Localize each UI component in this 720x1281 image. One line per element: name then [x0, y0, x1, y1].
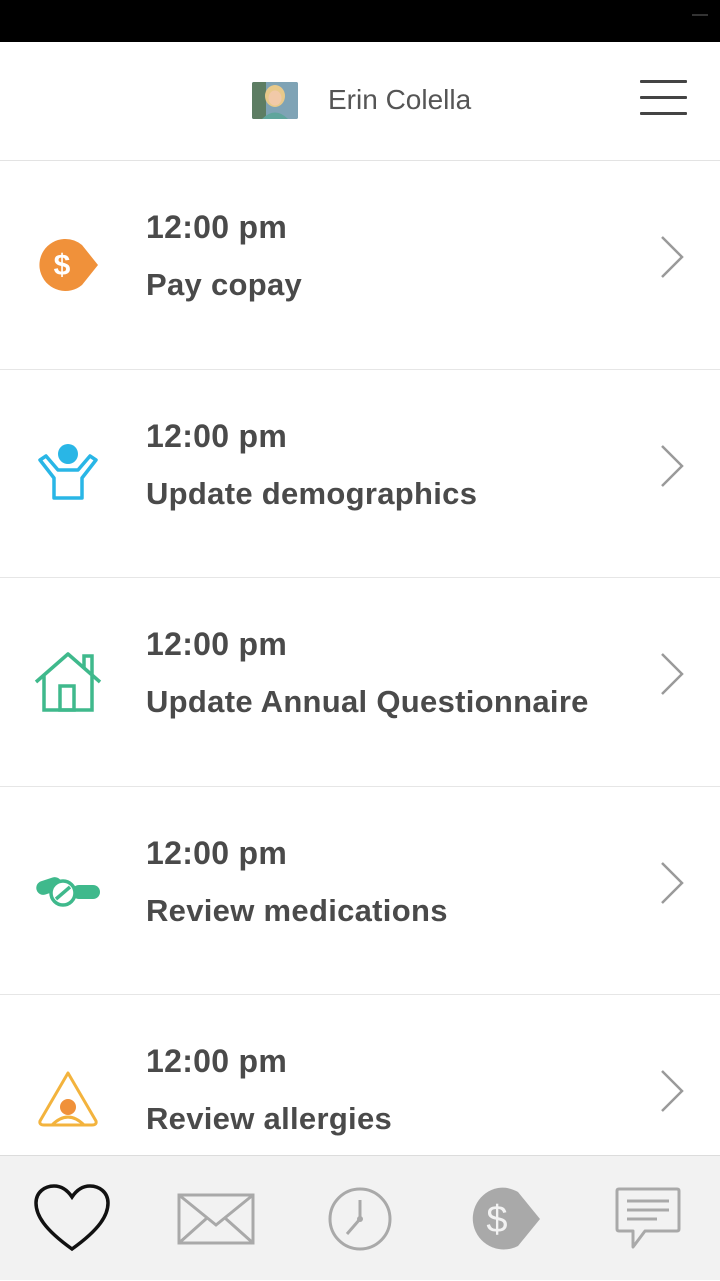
app-header: Erin Colella [0, 42, 720, 161]
heart-icon [34, 1183, 110, 1251]
chevron-right-icon [661, 861, 684, 904]
tab-schedule[interactable] [288, 1156, 432, 1281]
task-row-annual-questionnaire[interactable]: 12:00 pm Update Annual Questionnaire [0, 578, 720, 787]
tab-messages[interactable] [144, 1156, 288, 1281]
task-list: $ 12:00 pm Pay copay 12:00 pm Update dem… [0, 161, 720, 1155]
task-title: Review medications [146, 892, 448, 928]
task-row-pay-copay[interactable]: $ 12:00 pm Pay copay [0, 161, 720, 370]
task-title: Review allergies [146, 1101, 393, 1136]
task-time: 12:00 pm [146, 626, 288, 662]
bottom-tab-bar: $ [0, 1155, 720, 1280]
tab-payments[interactable]: $ [432, 1156, 576, 1281]
mail-icon [177, 1193, 255, 1244]
task-time: 12:00 pm [146, 1043, 288, 1079]
hamburger-menu-icon[interactable] [640, 80, 688, 116]
chevron-right-icon [661, 1070, 684, 1112]
pills-icon [32, 855, 104, 927]
dollar-tag-icon: $ [472, 1187, 540, 1249]
house-icon [32, 646, 104, 718]
task-title: Pay copay [146, 267, 303, 302]
avatar-image [252, 82, 298, 119]
tab-heart[interactable] [0, 1156, 144, 1281]
task-time: 12:00 pm [146, 417, 288, 454]
chat-icon [615, 1187, 681, 1248]
user-name[interactable]: Erin Colella [328, 82, 471, 118]
dollar-tag-icon: $ [32, 229, 104, 301]
svg-text:$: $ [54, 249, 71, 282]
svg-text:$: $ [486, 1199, 507, 1241]
warning-icon [32, 1063, 104, 1135]
task-title: Update Annual Questionnaire [146, 684, 589, 719]
status-bar [0, 0, 720, 42]
task-row-review-medications[interactable]: 12:00 pm Review medications [0, 787, 720, 995]
status-indicator [692, 14, 708, 16]
task-title: Update demographics [146, 475, 478, 511]
chevron-right-icon [661, 653, 684, 695]
chevron-right-icon [661, 444, 684, 487]
task-row-update-demographics[interactable]: 12:00 pm Update demographics [0, 370, 720, 578]
avatar[interactable] [252, 82, 298, 119]
chevron-right-icon [661, 236, 684, 278]
person-icon [32, 438, 104, 510]
clock-icon [328, 1187, 392, 1250]
task-row-review-allergies[interactable]: 12:00 pm Review allergies [0, 995, 720, 1155]
task-time: 12:00 pm [146, 834, 288, 871]
tab-chat[interactable] [576, 1156, 720, 1281]
task-time: 12:00 pm [146, 209, 288, 245]
